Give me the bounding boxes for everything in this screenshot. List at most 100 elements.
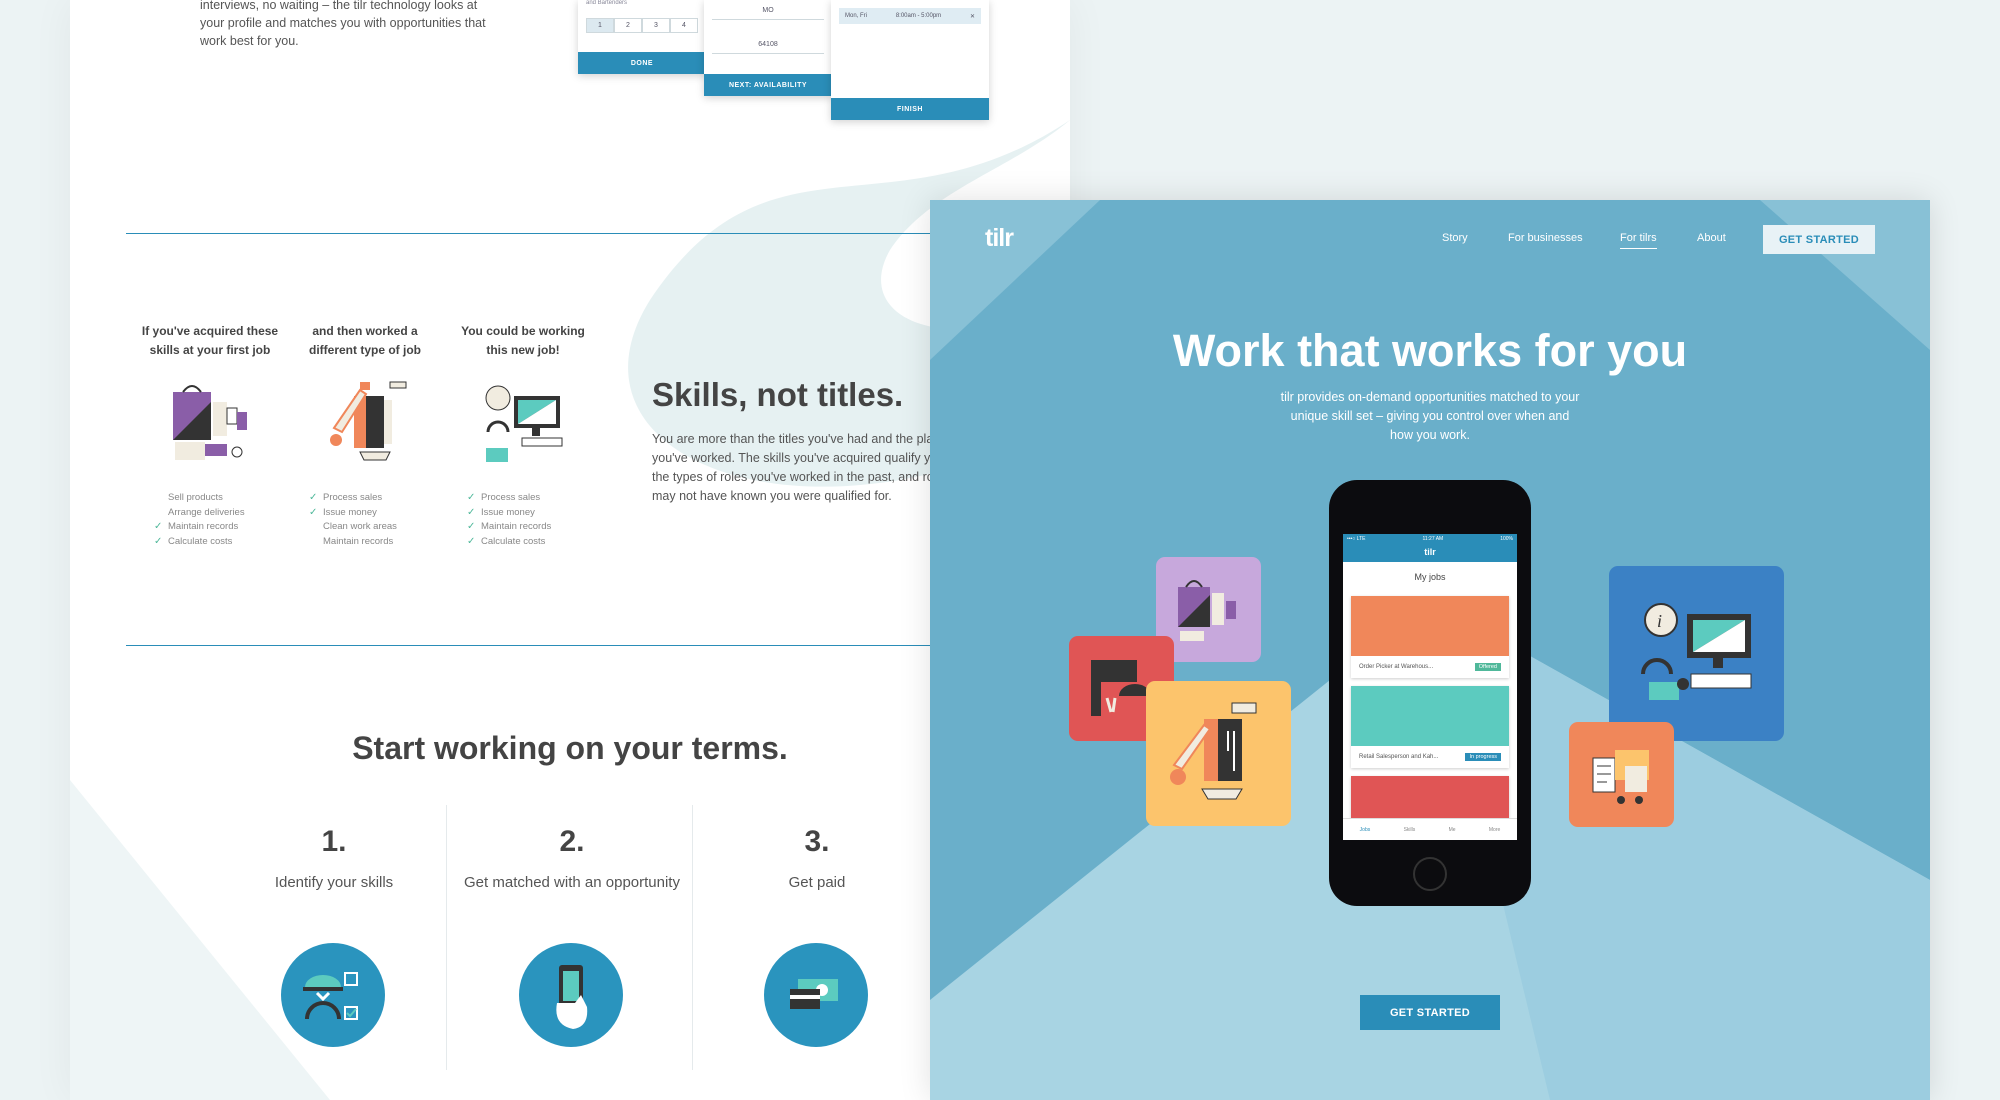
tab-skills[interactable]: Skills xyxy=(1404,827,1416,833)
tab-bar: Jobs Skills Me More xyxy=(1343,818,1517,840)
skill-item: ✓ Process sales xyxy=(309,491,435,506)
availability-slot: Mon, Fri 8:00am - 5:00pm ✕ xyxy=(839,8,981,24)
phone-mockup: •••○ LTE 11:27 AM 100% tilr My jobs Order … xyxy=(1329,480,1531,906)
state-field[interactable]: MO xyxy=(712,2,824,20)
hero-title: Work that works for you xyxy=(1172,325,1688,376)
finish-button[interactable]: FINISH xyxy=(831,98,989,120)
skills-title: Skills, not titles. xyxy=(652,376,904,413)
job-card[interactable]: Retail Salesperson and Kah... In progres… xyxy=(1351,686,1509,768)
done-button[interactable]: DONE xyxy=(578,52,706,74)
card-subtitle: and Bartenders xyxy=(586,0,628,6)
check-icon: ✓ xyxy=(309,492,318,503)
column-heading: and then worked a different type of job xyxy=(309,324,421,357)
skill-item: Maintain records xyxy=(323,535,394,547)
rating-option[interactable]: 4 xyxy=(670,18,698,33)
divider xyxy=(126,233,1070,234)
onboarding-card-skills: and Bartenders 1 2 3 4 DONE xyxy=(578,0,706,74)
check-icon: ✓ xyxy=(154,521,163,532)
warehouse-tile-icon xyxy=(1569,722,1674,827)
skill-item: ✓ Calculate costs xyxy=(467,535,593,550)
rating-selector: 1 2 3 4 xyxy=(586,18,698,33)
retail-illustration xyxy=(173,385,247,460)
svg-text:i: i xyxy=(1657,611,1662,631)
job-title: Order Picker at Warehous... xyxy=(1359,664,1434,670)
step-number: 1. xyxy=(321,825,347,858)
restaurant-illustration xyxy=(330,381,407,461)
skill-item: ✓ Process sales xyxy=(467,491,593,506)
nav-story[interactable]: Story xyxy=(1442,232,1468,244)
check-icon: ✓ xyxy=(467,535,476,547)
step-number: 3. xyxy=(804,825,830,858)
status-badge: In progress xyxy=(1465,753,1501,761)
step-matched: 2. Get matched with an opportunity xyxy=(457,825,687,1047)
skill-item: Arrange deliveries xyxy=(168,506,245,518)
skill-item: ✓ Issue money xyxy=(309,506,435,521)
rating-option[interactable]: 3 xyxy=(642,18,670,33)
status-bar: •••○ LTE 11:27 AM 100% xyxy=(1343,534,1517,544)
slot-day: Mon, Fri xyxy=(845,13,868,19)
restaurant-tile-icon xyxy=(1146,681,1291,826)
intro-text: interviews, no waiting – the tilr techno… xyxy=(200,0,486,48)
skill-item: ✓ Calculate costs xyxy=(154,535,280,550)
onboarding-card-location: MO 64108 NEXT: AVAILABILITY xyxy=(704,0,832,96)
tab-me[interactable]: Me xyxy=(1449,827,1456,833)
nav-about[interactable]: About xyxy=(1697,232,1726,244)
get-started-button[interactable]: GET STARTED xyxy=(1360,995,1500,1030)
step-paid: 3. Get paid xyxy=(702,825,932,1047)
zip-field[interactable]: 64108 xyxy=(712,36,824,54)
screen-title: My jobs xyxy=(1414,572,1446,582)
skill-item: Sell products xyxy=(168,492,223,503)
skill-list: ✓ Process sales ✓ Issue money Clean work a… xyxy=(295,491,435,549)
job-meta: Retail Salesperson and Kah... In progres… xyxy=(1351,746,1509,768)
nav-for-tilrs[interactable]: For tilrs xyxy=(1620,232,1657,249)
app-title: tilr xyxy=(1343,544,1517,562)
column-heading: If you've acquired these skills at your … xyxy=(141,324,279,357)
check-icon: ✓ xyxy=(309,506,318,518)
home-button[interactable] xyxy=(1413,857,1447,891)
step-label: Get paid xyxy=(788,874,846,891)
step-label: Get matched with an opportunity xyxy=(464,874,680,891)
job-title: Retail Salesperson and Kah... xyxy=(1359,754,1439,760)
skill-column-different-job: and then worked a different type of job … xyxy=(295,322,435,549)
check-icon: ✓ xyxy=(467,506,476,518)
check-icon: ✓ xyxy=(154,535,163,547)
job-meta: Order Picker at Warehous... Offered xyxy=(1351,656,1509,678)
step-label: Identify your skills xyxy=(274,874,394,891)
skill-column-first-job: If you've acquired these skills at your … xyxy=(140,322,280,549)
rating-option[interactable]: 1 xyxy=(586,18,614,33)
job-image xyxy=(1351,596,1509,656)
skill-list: ✓ Process sales ✓ Issue money ✓ Maintain re… xyxy=(453,491,593,549)
phone-screen: •••○ LTE 11:27 AM 100% tilr My jobs Order … xyxy=(1343,534,1517,840)
next-availability-button[interactable]: NEXT: AVAILABILITY xyxy=(704,74,832,96)
skill-list: Sell products Arrange deliveries ✓ Mainta… xyxy=(140,491,280,549)
skills-icon xyxy=(281,943,385,1047)
remove-slot-icon[interactable]: ✕ xyxy=(970,13,975,20)
job-card[interactable]: Order Picker at Warehous... Offered xyxy=(1351,596,1509,678)
skill-item: ✓ Maintain records xyxy=(154,520,280,535)
onboarding-card-availability: Mon, Fri 8:00am - 5:00pm ✕ FINISH xyxy=(831,0,989,120)
divider xyxy=(126,645,1070,646)
skill-column-new-job: You could be working this new job! ✓ Proc… xyxy=(453,322,593,549)
landing-page: tilr Story For businesses For tilrs Abou… xyxy=(930,200,1930,1100)
job-image xyxy=(1351,686,1509,746)
status-badge: Offered xyxy=(1474,663,1501,671)
skills-page: interviews, no waiting – the tilr techno… xyxy=(70,0,1070,1100)
rating-option[interactable]: 2 xyxy=(614,18,642,33)
tab-jobs[interactable]: Jobs xyxy=(1360,827,1371,833)
check-icon: ✓ xyxy=(467,492,476,503)
tilr-logo[interactable]: tilr xyxy=(985,224,1014,253)
hero-subtitle: tilr provides on-demand opportunities ma… xyxy=(1280,390,1580,442)
tab-more[interactable]: More xyxy=(1489,827,1500,833)
step-divider xyxy=(692,805,693,1070)
slot-time: 8:00am - 5:00pm xyxy=(895,13,942,19)
office-tile-icon: i xyxy=(1609,566,1784,741)
skill-item: Clean work areas xyxy=(323,521,397,532)
office-illustration xyxy=(485,385,563,462)
skill-item: ✓ Issue money xyxy=(467,506,593,521)
get-started-nav-button[interactable]: GET STARTED xyxy=(1763,225,1875,254)
payment-icon xyxy=(764,943,868,1047)
start-title: Start working on your terms. xyxy=(352,730,788,766)
column-heading: You could be working this new job! xyxy=(461,324,585,357)
nav-for-businesses[interactable]: For businesses xyxy=(1508,232,1583,244)
background-swoosh xyxy=(70,120,1070,1100)
